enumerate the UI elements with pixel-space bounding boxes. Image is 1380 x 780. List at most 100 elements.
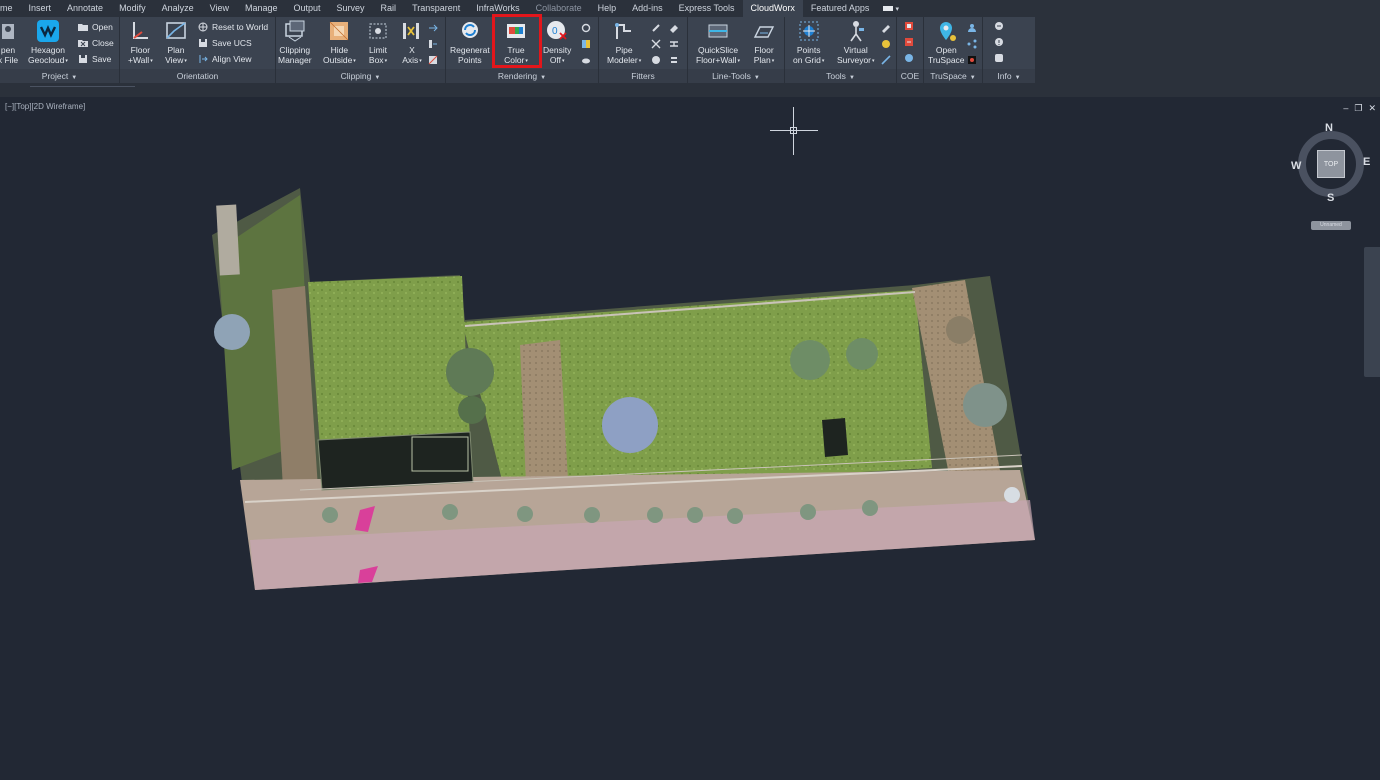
navigation-bar[interactable] bbox=[1364, 247, 1380, 377]
open-button[interactable]: Open bbox=[78, 21, 114, 33]
panel-title-tools[interactable]: Tools ▼ bbox=[785, 69, 896, 83]
street-tree bbox=[442, 504, 458, 520]
about-icon[interactable] bbox=[994, 53, 1004, 63]
panel-title-project[interactable]: Project ▼ bbox=[0, 69, 119, 83]
chevron-down-icon: ▾ bbox=[771, 57, 775, 64]
coe-link-icon[interactable] bbox=[904, 53, 914, 63]
tab-annotate[interactable]: Annotate bbox=[59, 0, 111, 17]
regenerate-points-button[interactable]: Regenerat Points bbox=[450, 19, 490, 65]
z-axis-icon[interactable] bbox=[428, 39, 438, 49]
cursor-pickbox bbox=[790, 127, 797, 134]
tree bbox=[790, 340, 830, 380]
markup-icon[interactable] bbox=[881, 39, 891, 49]
refresh-icon[interactable] bbox=[581, 23, 591, 33]
chevron-down-icon: ▼ bbox=[71, 75, 78, 81]
panel-title-truspace[interactable]: TruSpace ▼ bbox=[924, 69, 982, 83]
points-on-grid-label-1: Points bbox=[796, 45, 821, 55]
density-off-button[interactable]: 0 Density Off▾ bbox=[543, 19, 571, 66]
quickslice-icon bbox=[706, 19, 730, 43]
tab-analyze[interactable]: Analyze bbox=[154, 0, 202, 17]
tab-help[interactable]: Help bbox=[590, 0, 625, 17]
x-axis-button[interactable]: X Axis▾ bbox=[400, 19, 424, 66]
panel-title-info[interactable]: Info ▼ bbox=[983, 69, 1035, 83]
truspace-record-icon[interactable] bbox=[967, 55, 977, 65]
flange-fit-icon[interactable] bbox=[669, 55, 679, 65]
tab-featured-apps[interactable]: Featured Apps bbox=[803, 0, 878, 17]
save-ucs-button[interactable]: Save UCS bbox=[198, 37, 268, 49]
left-shed bbox=[216, 204, 240, 276]
compass-south[interactable]: S bbox=[1327, 192, 1334, 204]
close-button[interactable]: Close bbox=[78, 37, 114, 49]
y-axis-icon[interactable] bbox=[428, 23, 438, 33]
open-truspace-button[interactable]: Open TruSpace bbox=[928, 19, 965, 65]
sphere-fit-icon[interactable] bbox=[651, 55, 661, 65]
panel-title-rendering[interactable]: Rendering ▼ bbox=[446, 69, 598, 83]
compass-east[interactable]: E bbox=[1363, 156, 1370, 168]
compass-north[interactable]: N bbox=[1325, 122, 1333, 134]
steel-fit-icon[interactable] bbox=[669, 39, 679, 49]
viewcube[interactable]: TOP N S E W bbox=[1291, 122, 1370, 204]
floor-plan-label-2: Plan▾ bbox=[753, 55, 775, 65]
drawing-viewport[interactable]: [−][Top][2D Wireframe] – ❐ ✕ TOP N S E W… bbox=[0, 97, 1380, 780]
hide-outside-button[interactable]: Hide Outside▾ bbox=[323, 19, 356, 66]
regenerate-points-label-2: Points bbox=[458, 55, 482, 65]
tab-view[interactable]: View bbox=[202, 0, 237, 17]
tab-add-ins[interactable]: Add-ins bbox=[624, 0, 671, 17]
chevron-down-icon: ▾ bbox=[419, 57, 422, 64]
rendering-small-icons bbox=[581, 23, 591, 65]
color-map-icon[interactable] bbox=[581, 39, 591, 49]
tools-small-icons bbox=[881, 23, 891, 65]
annotate-icon[interactable] bbox=[881, 23, 891, 33]
align-view-button[interactable]: Align View bbox=[198, 53, 268, 65]
open-file-button[interactable]: pen x File bbox=[0, 19, 20, 65]
truspace-share-icon[interactable] bbox=[967, 39, 977, 49]
floor-plan-icon bbox=[752, 19, 776, 43]
plan-view-button[interactable]: Plan View▾ bbox=[164, 19, 188, 66]
tab-express-tools[interactable]: Express Tools bbox=[671, 0, 743, 17]
quickslice-button[interactable]: QuickSlice Floor+Wall▾ bbox=[696, 19, 740, 66]
plane-fit-icon[interactable] bbox=[669, 23, 679, 33]
panel-clipping: Clipping Manager Hide Outside▾ Limit Box… bbox=[276, 17, 446, 83]
coe-export-icon[interactable] bbox=[904, 37, 914, 47]
truspace-user-icon[interactable] bbox=[967, 23, 977, 33]
floor-wall-button[interactable]: Floor +Wall▾ bbox=[128, 19, 153, 66]
tab-modify[interactable]: Modify bbox=[111, 0, 154, 17]
pipe-modeler-button[interactable]: Pipe Modeler▾ bbox=[607, 19, 641, 66]
ribbon-separator bbox=[0, 83, 1380, 97]
clip-toggle-icon[interactable] bbox=[428, 55, 438, 65]
hexagon-geocloud-button[interactable]: Hexagon Geocloud▾ bbox=[28, 19, 68, 66]
cylinder-fit-icon[interactable] bbox=[651, 23, 661, 33]
clipping-manager-button[interactable]: Clipping Manager bbox=[278, 19, 312, 65]
coe-import-icon[interactable] bbox=[904, 21, 914, 31]
measure-icon[interactable] bbox=[881, 55, 891, 65]
reset-to-world-button[interactable]: Reset to World bbox=[198, 21, 268, 33]
tab-transparent[interactable]: Transparent bbox=[404, 0, 468, 17]
cloud-icon[interactable] bbox=[581, 55, 591, 65]
floor-plan-button[interactable]: Floor Plan▾ bbox=[752, 19, 776, 66]
hide-outside-label-2: Outside▾ bbox=[323, 55, 356, 65]
compass-west[interactable]: W bbox=[1291, 160, 1301, 172]
tab-insert[interactable]: Insert bbox=[21, 0, 60, 17]
geocloud-label-1: Hexagon bbox=[30, 45, 65, 55]
tab-output[interactable]: Output bbox=[286, 0, 329, 17]
wcs-menu[interactable]: Unnamed bbox=[1311, 221, 1351, 230]
geocloud-icon bbox=[36, 19, 60, 43]
license-icon[interactable] bbox=[994, 21, 1004, 31]
tab-cloudworx[interactable]: CloudWorx bbox=[742, 0, 803, 17]
tab-rail[interactable]: Rail bbox=[373, 0, 405, 17]
tab-manage[interactable]: Manage bbox=[237, 0, 286, 17]
align-view-icon bbox=[199, 55, 208, 63]
workspace-toggle[interactable]: ▾ bbox=[883, 5, 899, 13]
virtual-surveyor-button[interactable]: Virtual Surveyor▾ bbox=[837, 19, 875, 66]
points-on-grid-button[interactable]: Points on Grid▾ bbox=[793, 19, 824, 66]
limit-box-button[interactable]: Limit Box▾ bbox=[366, 19, 390, 66]
panel-title-clipping[interactable]: Clipping ▼ bbox=[276, 69, 445, 83]
panel-title-line-tools[interactable]: Line-Tools ▼ bbox=[688, 69, 784, 83]
help-info-icon[interactable] bbox=[994, 37, 1004, 47]
elbow-fit-icon[interactable] bbox=[651, 39, 661, 49]
viewcube-top-face[interactable]: TOP bbox=[1317, 150, 1345, 178]
tab-home[interactable]: me bbox=[0, 0, 21, 17]
pipe-modeler-icon bbox=[612, 19, 636, 43]
tab-survey[interactable]: Survey bbox=[329, 0, 373, 17]
save-button[interactable]: Save bbox=[78, 53, 114, 65]
